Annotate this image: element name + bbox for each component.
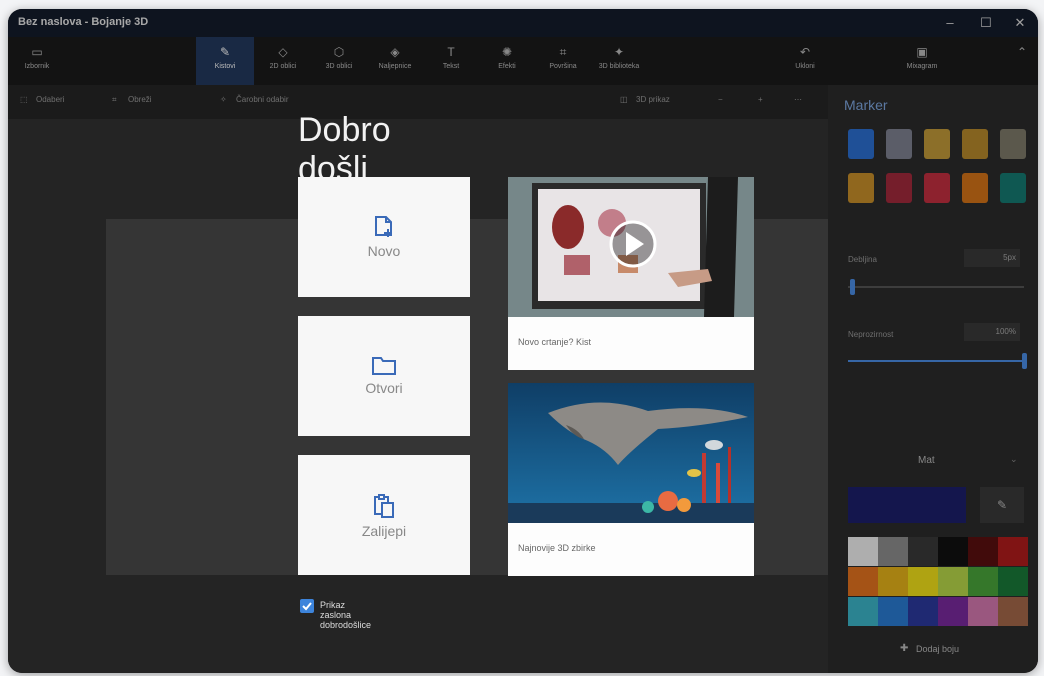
paste-button[interactable]: Zalijepi: [298, 455, 470, 575]
open-label: Otvori: [365, 380, 403, 396]
3d-collections-tile[interactable]: Najnovije 3D zbirke: [508, 383, 754, 576]
checkmark-icon: [302, 602, 312, 611]
folder-icon: [372, 357, 396, 375]
collections-thumbnail: [508, 383, 754, 523]
new-button[interactable]: Novo: [298, 177, 470, 297]
new-file-icon: [375, 216, 392, 237]
new-label: Novo: [367, 243, 401, 259]
paint3d-window: Bez naslova - Bojanje 3D – ☐ ✕ ▭ Izborni…: [8, 9, 1038, 673]
show-welcome-checkbox[interactable]: [300, 599, 314, 613]
tutorial-thumbnail: [508, 177, 754, 317]
tutorial-caption: Novo crtanje? Kist: [518, 337, 592, 347]
paste-icon: [374, 494, 394, 518]
show-welcome-label: Prikaz zaslona dobrodošlice: [320, 600, 372, 630]
tutorial-video-tile[interactable]: Novo crtanje? Kist: [508, 177, 754, 370]
paste-label: Zalijepi: [361, 523, 407, 539]
collections-caption: Najnovije 3D zbirke: [518, 543, 596, 553]
play-icon: [609, 220, 657, 268]
open-button[interactable]: Otvori: [298, 316, 470, 436]
